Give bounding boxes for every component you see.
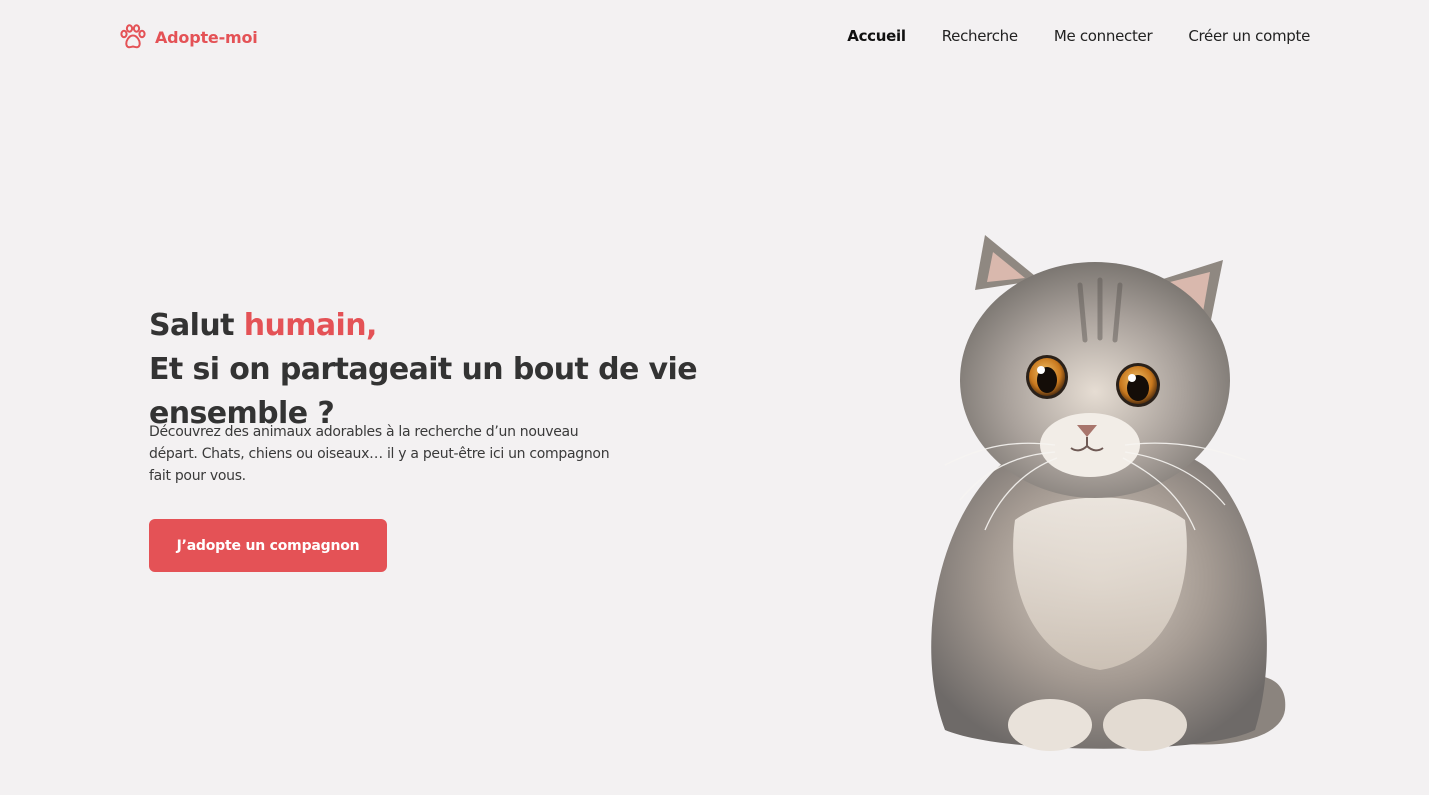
hero-title: Salut humain, Et si on partageait un bou… [149,304,849,436]
nav-item-recherche[interactable]: Recherche [942,27,1018,45]
adopt-cta-button[interactable]: J’adopte un compagnon [149,519,387,572]
page: Adopte-moi Accueil Recherche Me connecte… [0,0,1429,795]
nav-item-creer-un-compte[interactable]: Créer un compte [1188,27,1310,45]
hero-description: Découvrez des animaux adorables à la rec… [149,424,610,484]
nav-item-accueil[interactable]: Accueil [847,27,906,45]
main-nav: Accueil Recherche Me connecter Créer un … [847,27,1310,45]
nav-item-me-connecter[interactable]: Me connecter [1054,27,1153,45]
hero-title-prefix: Salut [149,308,244,343]
site-header: Adopte-moi Accueil Recherche Me connecte… [0,0,1429,76]
cat-illustration [905,230,1300,760]
hero-title-accent: humain, [243,308,378,343]
hero-title-line2: Et si on partageait un bout de vie ensem… [149,352,698,431]
paw-icon [120,24,146,49]
logo-text: Adopte-moi [155,27,258,47]
logo-link[interactable]: Adopte-moi [119,24,258,50]
cat-image [931,235,1286,751]
